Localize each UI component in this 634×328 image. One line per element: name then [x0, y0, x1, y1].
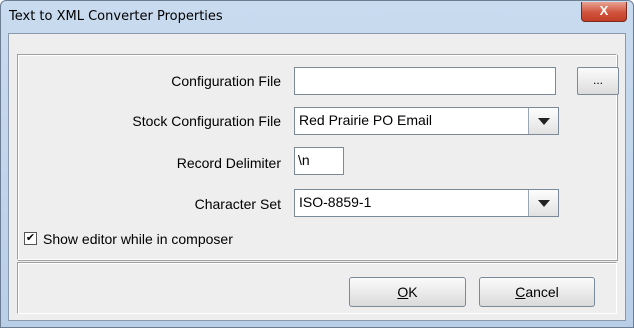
title-bar[interactable]: Text to XML Converter Properties X: [1, 1, 633, 33]
browse-button[interactable]: ...: [577, 67, 619, 95]
stock-configuration-file-value: Red Prairie PO Email: [299, 112, 433, 128]
dialog-content: Configuration File ... Stock Configurati…: [8, 33, 626, 321]
cancel-label-rest: ancel: [525, 284, 559, 300]
ok-button[interactable]: OK: [349, 277, 466, 307]
stock-configuration-dropdown-button[interactable]: [528, 108, 558, 134]
show-editor-checkbox[interactable]: ✔: [24, 232, 37, 245]
character-set-select[interactable]: ISO-8859-1: [294, 189, 559, 217]
ok-mnemonic: O: [397, 284, 409, 300]
show-editor-label[interactable]: Show editor while in composer: [43, 231, 233, 247]
ok-label-rest: K: [408, 284, 418, 300]
character-set-value: ISO-8859-1: [299, 194, 372, 210]
close-icon: X: [599, 3, 609, 18]
window-title: Text to XML Converter Properties: [9, 9, 223, 24]
cancel-button[interactable]: Cancel: [479, 277, 595, 307]
stock-configuration-file-label: Stock Configuration File: [132, 113, 281, 129]
record-delimiter-label: Record Delimiter: [176, 155, 281, 171]
cancel-mnemonic: C: [515, 284, 526, 300]
chevron-down-icon: [538, 118, 550, 125]
configuration-file-label: Configuration File: [171, 73, 281, 89]
properties-panel: Configuration File ... Stock Configurati…: [17, 54, 619, 260]
stock-configuration-file-select[interactable]: Red Prairie PO Email: [294, 107, 559, 135]
button-bar: OK Cancel: [17, 262, 617, 314]
character-set-label: Character Set: [194, 196, 281, 212]
character-set-dropdown-button[interactable]: [528, 190, 558, 216]
dialog-window: Text to XML Converter Properties X Confi…: [0, 0, 634, 328]
configuration-file-input[interactable]: [294, 67, 556, 95]
chevron-down-icon: [538, 200, 550, 207]
record-delimiter-input[interactable]: \n: [294, 147, 344, 175]
close-button[interactable]: X: [581, 2, 627, 22]
